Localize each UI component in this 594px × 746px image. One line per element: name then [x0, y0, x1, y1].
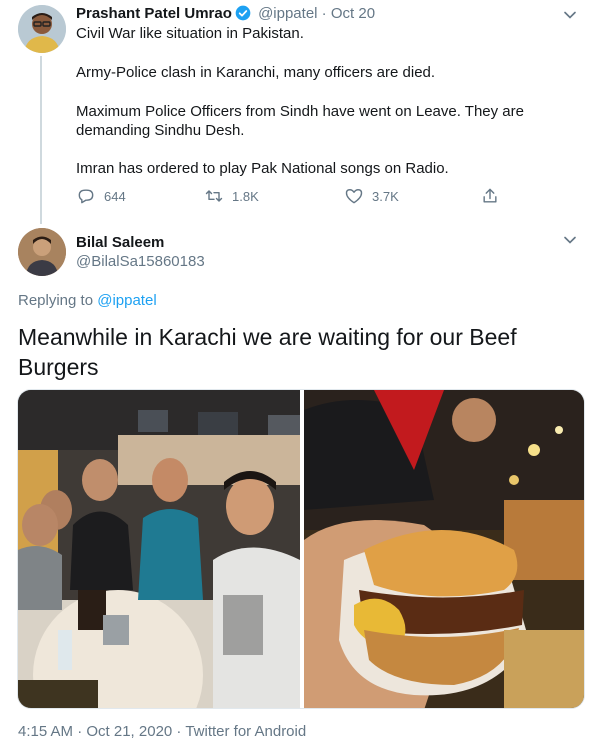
- heart-icon: [345, 189, 363, 204]
- share-icon: [483, 188, 497, 203]
- retweet-icon: [205, 190, 223, 202]
- chevron-down-icon[interactable]: [560, 230, 580, 250]
- burger-photo[interactable]: [304, 390, 585, 709]
- author-avatar[interactable]: [18, 5, 66, 53]
- author-handle[interactable]: @ippatel: [258, 5, 317, 22]
- group-selfie-photo[interactable]: [18, 390, 300, 709]
- separator-dot: ·: [321, 5, 327, 22]
- tweet-line: Civil War like situation in Pakistan.: [76, 25, 304, 42]
- thread-line: [40, 56, 42, 224]
- like-count: 3.7K: [372, 188, 399, 204]
- retweet-count: 1.8K: [232, 188, 259, 204]
- verified-badge-icon: [235, 5, 251, 21]
- reply-icon: [78, 189, 94, 204]
- author-avatar[interactable]: [18, 228, 66, 276]
- tweet-line: Army-Police clash in Karanchi, many offi…: [76, 64, 436, 81]
- share-button[interactable]: [480, 186, 500, 206]
- tweet-date[interactable]: Oct 20: [331, 5, 375, 22]
- parent-tweet[interactable]: Prashant Patel Umrao @ippatel · Oct 20 C…: [0, 0, 594, 226]
- tweet-header: Prashant Patel Umrao @ippatel · Oct 20: [76, 5, 375, 23]
- tweet-line: Imran has ordered to play Pak National s…: [76, 160, 449, 177]
- reply-count: 644: [104, 188, 126, 204]
- author-name[interactable]: Prashant Patel Umrao: [76, 5, 232, 22]
- author-name[interactable]: Bilal Saleem: [76, 234, 164, 251]
- media-grid: [17, 389, 585, 709]
- author-handle[interactable]: @BilalSa15860183: [76, 253, 205, 270]
- tweet-text: Meanwhile in Karachi we are waiting for …: [18, 324, 517, 380]
- replying-to-link[interactable]: @ippatel: [97, 292, 156, 309]
- tweet-timestamp[interactable]: 4:15 AM · Oct 21, 2020 · Twitter for And…: [18, 723, 306, 740]
- retweet-button[interactable]: 1.8K: [204, 186, 259, 206]
- reply-tweet[interactable]: Bilal Saleem @BilalSa15860183 Replying t…: [0, 226, 594, 746]
- like-button[interactable]: 3.7K: [344, 186, 399, 206]
- tweet-line: Maximum Police Officers from Sindh have …: [76, 103, 524, 120]
- tweet-line: demanding Sindhu Desh.: [76, 122, 245, 139]
- replying-to: Replying to @ippatel: [18, 292, 157, 309]
- tweet-actions: 644 1.8K 3.7K: [76, 186, 506, 208]
- replying-prefix: Replying to: [18, 292, 94, 309]
- chevron-down-icon[interactable]: [560, 5, 580, 25]
- reply-button[interactable]: 644: [76, 186, 126, 206]
